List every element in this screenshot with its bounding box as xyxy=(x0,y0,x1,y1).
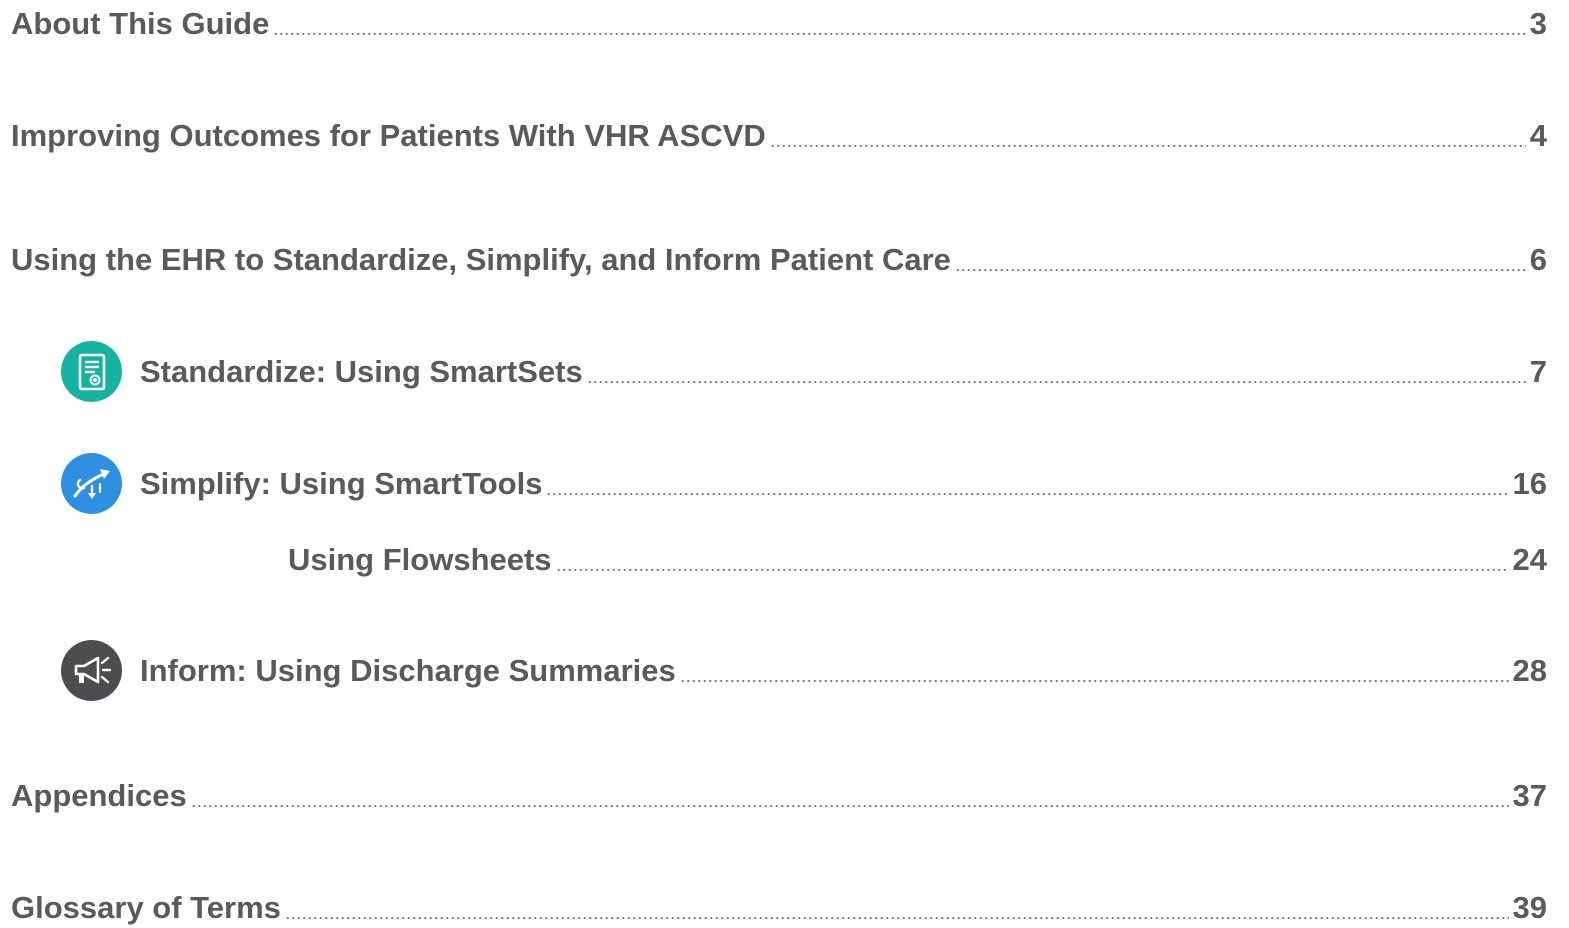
toc-entry-simplify[interactable]: Simplify: Using SmartTools 16 xyxy=(140,464,1547,504)
dot-leader xyxy=(273,33,1526,35)
toc-entry-page-number: 3 xyxy=(1529,6,1547,41)
toc-entry-title: Standardize: Using SmartSets xyxy=(140,354,583,389)
toc-entry-standardize[interactable]: Standardize: Using SmartSets 7 xyxy=(140,352,1547,392)
megaphone-icon xyxy=(61,640,122,701)
dot-leader xyxy=(555,569,1509,571)
dot-leader xyxy=(769,145,1526,147)
toc-entry-inform[interactable]: Inform: Using Discharge Summaries 28 xyxy=(140,651,1547,691)
toc-entry-glossary-of-terms[interactable]: Glossary of Terms 39 xyxy=(11,888,1547,928)
smartset-document-icon xyxy=(61,341,122,402)
dot-leader xyxy=(546,493,1509,495)
toc-entry-page-number: 4 xyxy=(1529,118,1547,153)
toc-entry-title: Using Flowsheets xyxy=(288,542,552,577)
toc-entry-page-number: 7 xyxy=(1529,354,1547,389)
dot-leader xyxy=(586,381,1526,383)
toc-entry-title: Improving Outcomes for Patients With VHR… xyxy=(11,118,766,153)
toc-entry-page-number: 24 xyxy=(1512,542,1547,577)
toc-entry-page-number: 28 xyxy=(1512,653,1547,688)
toc-entry-improving-outcomes[interactable]: Improving Outcomes for Patients With VHR… xyxy=(11,116,1547,156)
toc-entry-using-flowsheets[interactable]: Using Flowsheets 24 xyxy=(288,540,1547,580)
toc-entry-page-number: 6 xyxy=(1529,242,1547,277)
simplify-arrow-icon xyxy=(61,453,122,514)
dot-leader xyxy=(954,269,1526,271)
dot-leader xyxy=(190,805,1509,807)
dot-leader xyxy=(284,917,1509,919)
toc-entry-title: Simplify: Using SmartTools xyxy=(140,466,543,501)
toc-entry-title: Appendices xyxy=(11,778,187,813)
toc-entry-title: About This Guide xyxy=(11,6,270,41)
toc-entry-page-number: 37 xyxy=(1512,778,1547,813)
toc-entry-title: Using the EHR to Standardize, Simplify, … xyxy=(11,242,951,277)
toc-entry-appendices[interactable]: Appendices 37 xyxy=(11,776,1547,816)
toc-entry-title: Inform: Using Discharge Summaries xyxy=(140,653,676,688)
toc-entry-page-number: 16 xyxy=(1512,466,1547,501)
toc-entry-page-number: 39 xyxy=(1512,890,1547,925)
table-of-contents-page: { "toc": { "about": { "title": "About Th… xyxy=(0,0,1569,926)
toc-entry-using-the-ehr[interactable]: Using the EHR to Standardize, Simplify, … xyxy=(11,240,1547,280)
toc-entry-about-this-guide[interactable]: About This Guide 3 xyxy=(11,4,1547,44)
toc-entry-title: Glossary of Terms xyxy=(11,890,281,925)
dot-leader xyxy=(679,680,1509,682)
